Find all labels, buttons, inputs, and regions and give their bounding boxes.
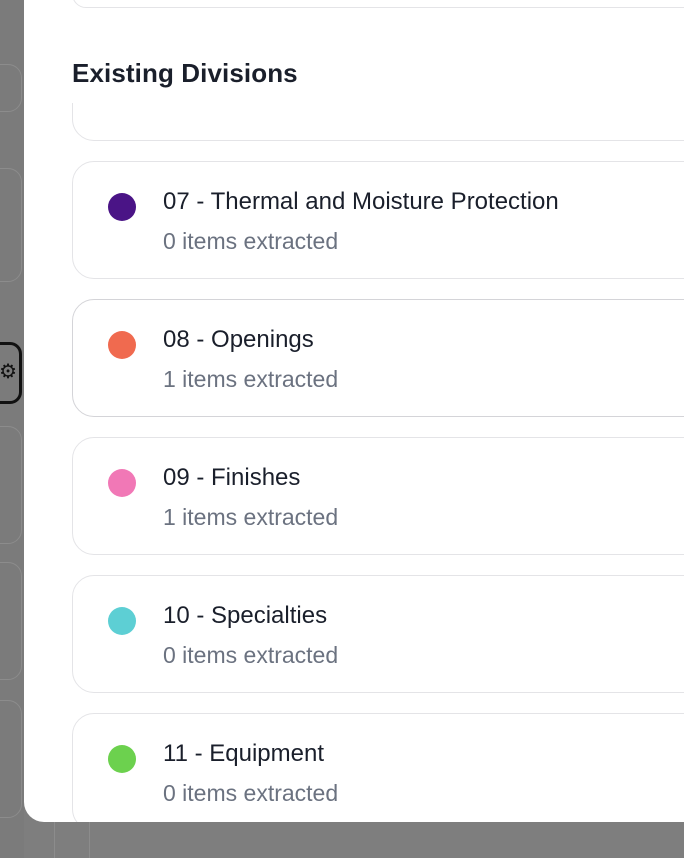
background-card <box>0 700 22 818</box>
division-color-dot <box>108 745 136 773</box>
divisions-modal: Existing Divisions 07 - Thermal and Mois… <box>24 0 684 822</box>
background-divider <box>54 822 90 858</box>
gear-icon: ⚙ <box>0 359 17 383</box>
division-card[interactable]: 07 - Thermal and Moisture Protection 0 i… <box>72 161 684 279</box>
division-color-dot <box>108 193 136 221</box>
division-item-count: 0 items extracted <box>163 642 339 668</box>
division-item-count: 0 items extracted <box>163 780 339 806</box>
division-card[interactable]: 09 - Finishes 1 items extracted <box>72 437 684 555</box>
division-item-count: 1 items extracted <box>163 504 339 530</box>
division-name: 07 - Thermal and Moisture Protection <box>163 188 559 215</box>
division-name: 08 - Openings <box>163 326 314 353</box>
top-field[interactable] <box>72 0 684 8</box>
section-title: Existing Divisions <box>72 58 298 88</box>
division-card[interactable]: 11 - Equipment 0 items extracted <box>72 713 684 822</box>
background-settings-button: ⚙ <box>0 342 22 404</box>
background-card <box>0 562 22 680</box>
division-item-count: 1 items extracted <box>163 366 339 392</box>
division-card[interactable]: 08 - Openings 1 items extracted <box>72 299 684 417</box>
background-card <box>0 168 22 282</box>
division-name: 11 - Equipment <box>163 740 324 767</box>
division-name: 09 - Finishes <box>163 464 301 491</box>
division-color-dot <box>108 331 136 359</box>
division-color-dot <box>108 469 136 497</box>
division-card[interactable]: 10 - Specialties 0 items extracted <box>72 575 684 693</box>
division-card[interactable] <box>72 103 684 141</box>
division-name: 10 - Specialties <box>163 602 328 629</box>
division-color-dot <box>108 607 136 635</box>
divisions-list[interactable]: 07 - Thermal and Moisture Protection 0 i… <box>24 103 684 822</box>
background-input <box>0 64 22 112</box>
background-card <box>0 426 22 544</box>
division-item-count: 0 items extracted <box>163 228 339 254</box>
